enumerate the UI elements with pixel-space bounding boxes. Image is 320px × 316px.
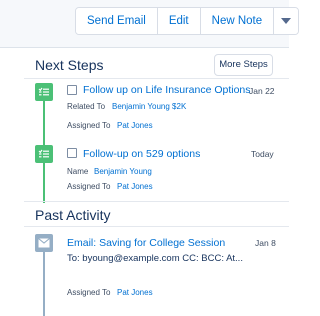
divider (24, 78, 289, 79)
name-link[interactable]: Benjamin Young (94, 167, 152, 176)
chevron-down-icon (281, 18, 292, 24)
assigned-to-link[interactable]: Pat Jones (117, 288, 153, 297)
timeline-line (43, 101, 45, 145)
more-actions-button[interactable] (274, 8, 299, 34)
task-date: Today (251, 149, 274, 159)
field-label: Related To (67, 102, 106, 111)
assigned-to-link[interactable]: Pat Jones (117, 182, 153, 191)
past-activity-title: Past Activity (35, 207, 111, 223)
email-subject-link[interactable]: Email: Saving for College Session (67, 237, 225, 249)
action-button-group: Send Email Edit New Note (75, 7, 300, 35)
field-label: Assigned To (67, 288, 111, 297)
field-label: Assigned To (67, 182, 111, 191)
field-label: Name (67, 167, 89, 176)
divider (24, 201, 289, 202)
edit-button[interactable]: Edit (157, 8, 201, 34)
send-email-button[interactable]: Send Email (76, 8, 158, 34)
task-icon (35, 145, 53, 163)
assigned-to-link[interactable]: Pat Jones (117, 121, 153, 130)
task-date: Jan 22 (249, 86, 275, 96)
divider (24, 226, 289, 227)
task-subject-link[interactable]: Follow up on Life Insurance Options (83, 84, 251, 96)
task-checkbox[interactable] (67, 85, 77, 95)
more-steps-button[interactable]: More Steps (214, 54, 273, 76)
email-date: Jan 8 (255, 238, 276, 248)
task-icon (35, 83, 53, 101)
new-note-button[interactable]: New Note (200, 8, 275, 34)
timeline-line (43, 252, 45, 316)
email-icon (35, 234, 53, 252)
task-subject-link[interactable]: Follow-up on 529 options (83, 148, 200, 160)
timeline-line (43, 163, 45, 203)
action-bar: Send Email Edit New Note (0, 0, 300, 48)
next-steps-title: Next Steps (35, 57, 104, 73)
task-checkbox[interactable] (67, 148, 77, 158)
email-recipients: To: byoung@example.com CC: BCC: At... (67, 253, 243, 264)
left-gutter (0, 48, 20, 316)
related-to-link[interactable]: Benjamin Young $2K (112, 102, 186, 111)
field-label: Assigned To (67, 121, 111, 130)
